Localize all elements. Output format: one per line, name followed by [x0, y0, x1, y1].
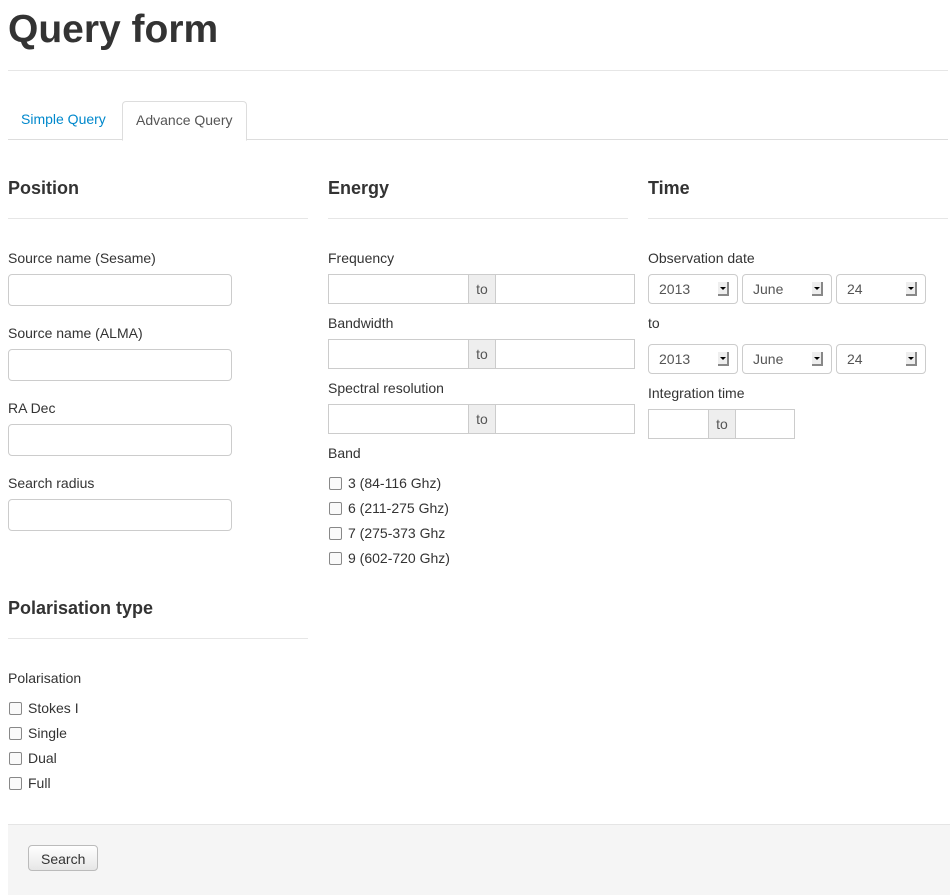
frequency-range: to	[328, 274, 635, 304]
spectral-resolution-from-input[interactable]	[329, 405, 469, 433]
band-6-checkbox[interactable]: 6 (211-275 Ghz)	[329, 500, 449, 516]
source-alma-input[interactable]	[8, 349, 232, 381]
time-heading: Time	[648, 178, 690, 198]
polarisation-label: Polarisation	[8, 670, 82, 686]
spectral-resolution-to-input[interactable]	[496, 405, 634, 433]
bandwidth-to-input[interactable]	[496, 340, 634, 368]
dropdown-arrow-icon	[718, 352, 729, 366]
dropdown-arrow-icon	[812, 352, 823, 366]
dropdown-arrow-icon	[812, 282, 823, 296]
ra-dec-input[interactable]	[8, 424, 232, 456]
polarisation-single-checkbox[interactable]: Single	[9, 725, 67, 741]
checkbox-label: Stokes I	[28, 700, 79, 716]
divider	[8, 638, 308, 639]
to-addon: to	[469, 340, 496, 368]
frequency-to-input[interactable]	[496, 275, 634, 303]
integration-time-range: to	[648, 409, 795, 439]
checkbox-icon[interactable]	[329, 551, 342, 565]
search-button[interactable]: Search	[28, 845, 99, 871]
checkbox-icon[interactable]	[9, 701, 22, 715]
spectral-resolution-range: to	[328, 404, 635, 434]
checkbox-icon[interactable]	[9, 751, 22, 765]
bandwidth-from-input[interactable]	[329, 340, 469, 368]
to-addon: to	[469, 405, 496, 433]
energy-heading: Energy	[328, 178, 390, 198]
band-label: Band	[328, 445, 361, 461]
checkbox-icon[interactable]	[329, 526, 342, 540]
ra-dec-label: RA Dec	[8, 400, 56, 416]
dropdown-arrow-icon	[906, 282, 917, 296]
to-addon: to	[709, 410, 736, 438]
spectral-resolution-label: Spectral resolution	[328, 380, 444, 396]
checkbox-icon[interactable]	[9, 726, 22, 740]
checkbox-label: 6 (211-275 Ghz)	[348, 500, 449, 516]
page-title: Query form	[8, 8, 219, 51]
select-value: June	[753, 351, 784, 367]
polarisation-full-checkbox[interactable]: Full	[9, 775, 51, 791]
from-day-select[interactable]: 24	[836, 274, 926, 304]
from-year-select[interactable]: 2013	[648, 274, 738, 304]
to-day-select[interactable]: 24	[836, 344, 926, 374]
band-7-checkbox[interactable]: 7 (275-373 Ghz	[329, 525, 445, 541]
checkbox-label: 3 (84-116 Ghz)	[348, 475, 442, 491]
tab-simple-query[interactable]: Simple Query	[8, 101, 119, 138]
checkbox-icon[interactable]	[329, 501, 342, 515]
query-tabs: Simple Query Advance Query	[8, 101, 948, 141]
frequency-from-input[interactable]	[329, 275, 469, 303]
search-radius-input[interactable]	[8, 499, 232, 531]
select-value: 24	[847, 281, 863, 297]
select-value: 2013	[659, 281, 691, 297]
form-actions: Search	[8, 824, 950, 895]
from-month-select[interactable]: June	[742, 274, 832, 304]
divider	[8, 70, 948, 71]
select-value: 24	[847, 351, 863, 367]
bandwidth-label: Bandwidth	[328, 315, 394, 331]
divider	[8, 218, 308, 219]
frequency-label: Frequency	[328, 250, 395, 266]
checkbox-label: Dual	[28, 750, 57, 766]
to-label: to	[648, 315, 660, 331]
search-radius-label: Search radius	[8, 475, 95, 491]
bandwidth-range: to	[328, 339, 635, 369]
integration-time-label: Integration time	[648, 385, 745, 401]
to-month-select[interactable]: June	[742, 344, 832, 374]
polarisation-dual-checkbox[interactable]: Dual	[9, 750, 57, 766]
checkbox-label: 7 (275-373 Ghz	[348, 525, 446, 541]
checkbox-label: Full	[28, 775, 51, 791]
polarisation-heading: Polarisation type	[8, 598, 154, 618]
to-year-select[interactable]: 2013	[648, 344, 738, 374]
integration-to-input[interactable]	[736, 410, 794, 438]
checkbox-icon[interactable]	[329, 476, 342, 490]
source-sesame-label: Source name (Sesame)	[8, 250, 156, 266]
band-9-checkbox[interactable]: 9 (602-720 Ghz)	[329, 550, 450, 566]
dropdown-arrow-icon	[906, 352, 917, 366]
checkbox-label: Single	[28, 725, 67, 741]
observation-date-label: Observation date	[648, 250, 755, 266]
checkbox-icon[interactable]	[9, 776, 22, 790]
position-heading: Position	[8, 178, 79, 198]
to-addon: to	[469, 275, 496, 303]
divider	[328, 218, 628, 219]
polarisation-stokes-i-checkbox[interactable]: Stokes I	[9, 700, 79, 716]
integration-from-input[interactable]	[649, 410, 709, 438]
checkbox-label: 9 (602-720 Ghz)	[348, 550, 450, 566]
select-value: June	[753, 281, 784, 297]
source-alma-label: Source name (ALMA)	[8, 325, 143, 341]
select-value: 2013	[659, 351, 691, 367]
tab-advance-query[interactable]: Advance Query	[122, 101, 247, 141]
divider	[648, 218, 948, 219]
band-3-checkbox[interactable]: 3 (84-116 Ghz)	[329, 475, 441, 491]
source-sesame-input[interactable]	[8, 274, 232, 306]
dropdown-arrow-icon	[718, 282, 729, 296]
